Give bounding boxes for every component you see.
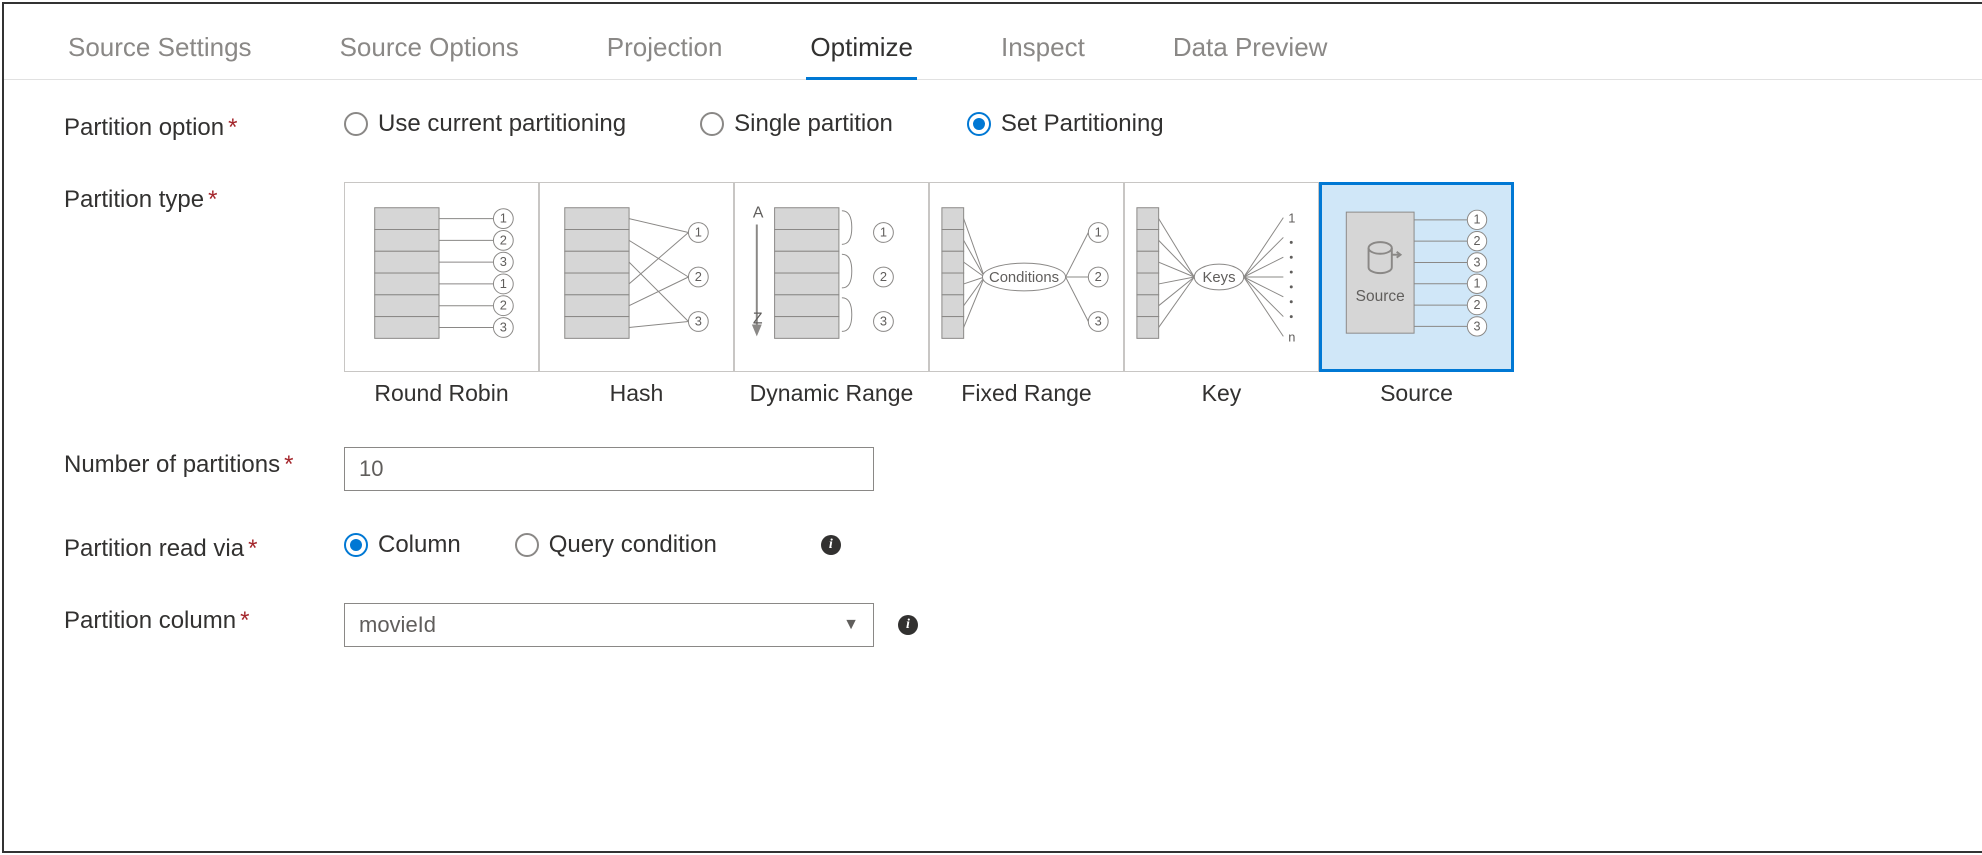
svg-text:3: 3: [1474, 319, 1481, 333]
svg-text:3: 3: [1095, 313, 1102, 328]
partition-type-hash[interactable]: 1 2 3: [539, 182, 734, 372]
svg-text:n: n: [1288, 329, 1295, 344]
svg-text:3: 3: [1474, 255, 1481, 269]
tab-inspect[interactable]: Inspect: [997, 24, 1089, 79]
chevron-down-icon: ▼: [843, 616, 859, 634]
tab-bar: Source Settings Source Options Projectio…: [4, 4, 1982, 80]
partition-type-label-fixed-range: Fixed Range: [929, 372, 1124, 407]
svg-text:Keys: Keys: [1203, 270, 1236, 286]
radio-use-current-partitioning[interactable]: Use current partitioning: [344, 110, 626, 138]
key-icon: Keys 1 n: [1125, 183, 1318, 371]
tab-projection[interactable]: Projection: [603, 24, 727, 79]
partition-type-key[interactable]: Keys 1 n: [1124, 182, 1319, 372]
svg-text:Conditions: Conditions: [989, 270, 1059, 286]
svg-text:1: 1: [695, 224, 702, 239]
radio-query-condition[interactable]: Query condition: [515, 531, 717, 559]
svg-text:1: 1: [880, 224, 887, 239]
info-icon[interactable]: i: [898, 615, 918, 635]
svg-text:Source: Source: [1356, 288, 1405, 305]
svg-text:1: 1: [500, 276, 507, 291]
partition-type-source[interactable]: Source 1 2 3 1 2 3: [1319, 182, 1514, 372]
svg-text:2: 2: [880, 269, 887, 284]
svg-text:2: 2: [1474, 298, 1481, 312]
svg-text:1: 1: [500, 211, 507, 226]
radio-single-partition[interactable]: Single partition: [700, 110, 893, 138]
partition-type-label: Partition type*: [64, 182, 344, 214]
num-partitions-label: Number of partitions*: [64, 447, 344, 479]
partition-type-label-dynamic-range: Dynamic Range: [734, 372, 929, 407]
tab-source-settings[interactable]: Source Settings: [64, 24, 256, 79]
svg-text:3: 3: [880, 313, 887, 328]
num-partitions-input[interactable]: [344, 447, 874, 491]
partition-type-dynamic-range[interactable]: A Z 1 2 3: [734, 182, 929, 372]
radio-set-partitioning[interactable]: Set Partitioning: [967, 110, 1164, 138]
svg-text:1: 1: [1095, 224, 1102, 239]
fixed-range-icon: Conditions 1 2 3: [930, 183, 1123, 371]
partition-type-label-hash: Hash: [539, 372, 734, 407]
tab-optimize[interactable]: Optimize: [806, 24, 917, 79]
svg-text:1: 1: [1288, 211, 1295, 226]
partition-column-label: Partition column*: [64, 603, 344, 635]
svg-text:2: 2: [500, 298, 507, 313]
tab-data-preview[interactable]: Data Preview: [1169, 24, 1332, 79]
partition-option-label: Partition option*: [64, 110, 344, 142]
tab-source-options[interactable]: Source Options: [336, 24, 523, 79]
svg-text:1: 1: [1474, 213, 1481, 227]
partition-type-label-key: Key: [1124, 372, 1319, 407]
dynamic-range-icon: A Z 1 2 3: [735, 183, 928, 371]
info-icon[interactable]: i: [821, 535, 841, 555]
svg-text:2: 2: [1095, 269, 1102, 284]
partition-read-via-label: Partition read via*: [64, 531, 344, 563]
partition-type-fixed-range[interactable]: Conditions 1 2 3: [929, 182, 1124, 372]
svg-text:3: 3: [500, 319, 507, 334]
hash-icon: 1 2 3: [540, 183, 733, 371]
svg-text:2: 2: [695, 269, 702, 284]
source-icon: Source 1 2 3 1 2 3: [1322, 185, 1511, 369]
svg-text:Z: Z: [753, 311, 763, 328]
round-robin-icon: 1 2 3 1 2 3: [345, 183, 538, 371]
svg-text:3: 3: [695, 313, 702, 328]
svg-text:1: 1: [1474, 277, 1481, 291]
svg-text:2: 2: [500, 232, 507, 247]
radio-column[interactable]: Column: [344, 531, 461, 559]
partition-type-round-robin[interactable]: 1 2 3 1 2 3: [344, 182, 539, 372]
partition-type-label-source: Source: [1319, 372, 1514, 407]
svg-text:3: 3: [500, 254, 507, 269]
partition-column-select[interactable]: movieId ▼: [344, 603, 874, 647]
svg-text:A: A: [753, 205, 764, 222]
partition-type-label-round-robin: Round Robin: [344, 372, 539, 407]
svg-text:2: 2: [1474, 234, 1481, 248]
